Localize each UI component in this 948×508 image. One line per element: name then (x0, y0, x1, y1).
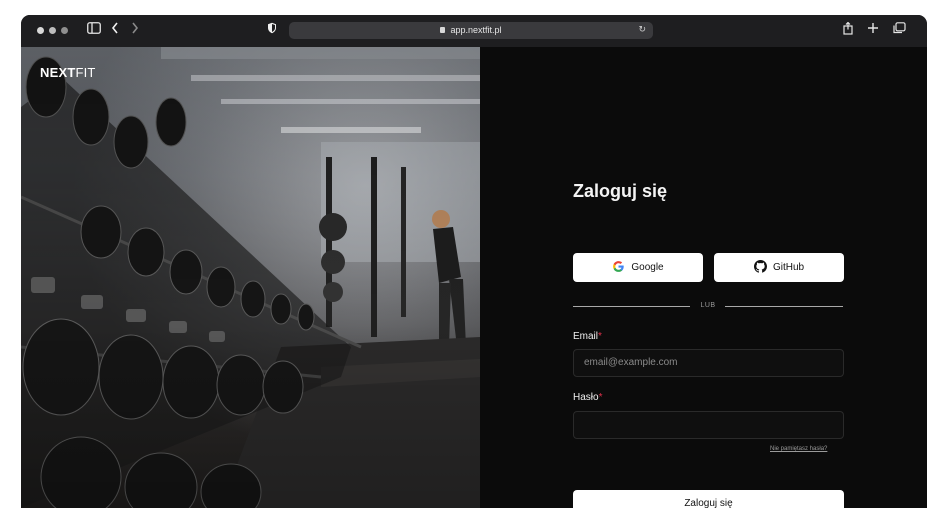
logo-light-text: FIT (75, 65, 96, 80)
password-label-text: Hasło (573, 392, 599, 403)
email-label: Email* (573, 331, 602, 342)
gym-hero-image: NEXTFIT (21, 47, 480, 508)
login-submit-button[interactable]: Zaloguj się (573, 490, 844, 508)
new-tab-icon[interactable] (867, 22, 879, 40)
tabs-icon[interactable] (893, 22, 906, 40)
back-icon[interactable] (111, 22, 119, 40)
email-label-text: Email (573, 331, 599, 342)
login-panel: Zaloguj się Google GitHub LUB Email* ema… (480, 47, 927, 508)
forward-icon[interactable] (131, 22, 139, 40)
password-label: Hasło* (573, 392, 602, 403)
share-icon[interactable] (843, 21, 853, 41)
browser-window: app.nextfit.pl ↻ NEXTFIT Zaloguj się Goo… (21, 15, 927, 508)
divider-line-right (725, 306, 843, 307)
google-button-label: Google (631, 262, 664, 273)
lock-icon (440, 27, 446, 33)
address-text: app.nextfit.pl (289, 23, 653, 38)
password-field[interactable] (573, 411, 844, 439)
url-label: app.nextfit.pl (450, 25, 502, 35)
browser-toolbar: app.nextfit.pl ↻ (21, 15, 927, 47)
email-field[interactable]: email@example.com (573, 349, 844, 377)
github-icon (753, 259, 767, 276)
google-icon (612, 260, 625, 276)
nextfit-logo[interactable]: NEXTFIT (40, 65, 96, 80)
address-bar[interactable]: app.nextfit.pl ↻ (289, 22, 653, 39)
required-mark: * (598, 392, 603, 403)
github-login-button[interactable]: GitHub (714, 253, 844, 282)
window-control-zoom[interactable] (61, 27, 68, 34)
window-control-minimize[interactable] (49, 27, 56, 34)
required-mark: * (598, 331, 602, 342)
github-button-label: GitHub (772, 262, 805, 273)
sidebar-icon[interactable] (87, 22, 101, 40)
gym-photo-illustration (21, 47, 480, 508)
logo-bold-text: NEXT (40, 65, 76, 80)
google-login-button[interactable]: Google (573, 253, 703, 282)
page-content: NEXTFIT Zaloguj się Google GitHub LUB Em… (21, 47, 927, 508)
email-placeholder: email@example.com (584, 357, 678, 368)
window-control-close[interactable] (37, 27, 44, 34)
or-divider: LUB (573, 301, 843, 311)
forgot-password-link[interactable]: Nie pamiętasz hasła? (770, 446, 827, 452)
shield-icon[interactable] (267, 22, 277, 40)
reload-icon[interactable]: ↻ (638, 23, 646, 38)
page-title: Zaloguj się (573, 181, 668, 201)
